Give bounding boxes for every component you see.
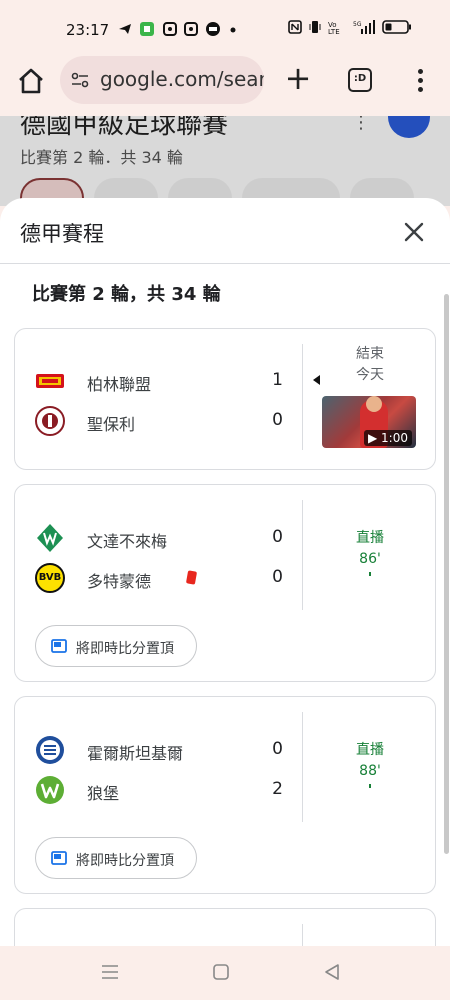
svg-text:LTE: LTE: [328, 28, 340, 34]
divider: [302, 712, 303, 822]
match-status: 結束 今天: [315, 344, 425, 386]
match-card[interactable]: [14, 908, 436, 946]
match-status: 直播 88': [315, 740, 425, 788]
scrollbar[interactable]: [444, 294, 449, 854]
match-status: 直播 86': [315, 528, 425, 576]
team-name: 多特蒙德: [87, 572, 152, 591]
volte-icon: VoLTE: [328, 21, 340, 34]
highlight-video-thumbnail[interactable]: ▶ 1:00: [322, 396, 416, 448]
away-team-row: 狼堡 2: [35, 773, 295, 807]
notification-icon: [184, 22, 198, 36]
back-nav-icon[interactable]: [320, 960, 344, 984]
play-icon: ▶: [368, 431, 382, 445]
match-card[interactable]: 霍爾斯坦基爾 0 狼堡 2 直播 88' 將即時比分置頂: [14, 696, 436, 894]
sheet-header: 德甲賽程: [0, 198, 450, 264]
team-name: 霍爾斯坦基爾: [87, 744, 184, 763]
url-text: google.com/search: [100, 67, 264, 91]
video-duration: ▶ 1:00: [364, 430, 412, 446]
status-line: 今天: [356, 367, 384, 383]
team-score: 0: [272, 739, 283, 759]
app-icon: [140, 22, 154, 36]
vibrate-icon: [309, 21, 321, 33]
home-team-row: 文達不來梅 0: [35, 521, 295, 555]
picture-in-picture-icon: [51, 639, 67, 653]
tab-switcher-button[interactable]: :D: [348, 68, 372, 92]
team-score: 1: [272, 370, 283, 390]
scrim-overlay[interactable]: [0, 116, 450, 206]
status-bar: 23:17 Vo LTE 5G: [0, 0, 450, 56]
more-notifications-icon: [230, 27, 236, 33]
more-menu-icon[interactable]: [412, 66, 428, 94]
dortmund-logo: BVB: [35, 563, 65, 593]
close-icon[interactable]: [402, 220, 426, 244]
pin-live-score-button[interactable]: 將即時比分置頂: [35, 625, 197, 667]
picture-in-picture-icon: [51, 851, 67, 865]
team-score: 0: [272, 567, 283, 587]
divider: [302, 344, 303, 450]
status-right: Vo LTE 5G: [288, 20, 412, 34]
home-team-row: 柏林聯盟 1: [35, 364, 320, 398]
status-line: 88': [359, 763, 381, 779]
sheet-title: 德甲賽程: [20, 222, 104, 246]
werder-bremen-logo: [37, 524, 63, 552]
match-card[interactable]: 文達不來梅 0 BVB 多特蒙德 0 直播 86' 將即時比分置頂: [14, 484, 436, 682]
nfc-icon: [288, 20, 302, 34]
site-settings-icon[interactable]: [70, 70, 90, 90]
pin-live-score-button[interactable]: 將即時比分置頂: [35, 837, 197, 879]
status-time: 23:17: [66, 21, 110, 39]
thumbnail-image: [366, 396, 382, 412]
home-icon[interactable]: [16, 66, 46, 96]
svg-text:BVB: BVB: [39, 572, 62, 583]
home-nav-icon[interactable]: [209, 960, 233, 984]
system-nav-bar: [0, 946, 450, 1000]
pin-button-label: 將即時比分置頂: [76, 853, 174, 869]
team-score: 2: [272, 779, 283, 799]
notification-icon: [163, 22, 177, 36]
divider: [302, 500, 303, 610]
pin-button-label: 將即時比分置頂: [76, 641, 174, 657]
status-line: 直播: [356, 530, 384, 546]
live-indicator: [369, 572, 371, 576]
home-team-row: 霍爾斯坦基爾 0: [35, 733, 295, 767]
match-card[interactable]: 柏林聯盟 1 聖保利 0 結束 今天 ▶ 1:00: [14, 328, 436, 470]
battery-icon: [382, 20, 411, 34]
recent-apps-icon[interactable]: [98, 960, 122, 984]
team-name: 聖保利: [87, 415, 136, 434]
team-name: 狼堡: [87, 784, 120, 803]
status-line: 直播: [356, 742, 384, 758]
url-bar[interactable]: google.com/search: [60, 56, 264, 104]
new-tab-button[interactable]: +: [284, 62, 312, 95]
signal-icon: 5G: [353, 20, 375, 34]
round-label: 比賽第 2 輪，共 34 輪: [32, 284, 221, 305]
status-line: 結束: [356, 346, 384, 362]
holstein-kiel-logo: [36, 736, 64, 764]
divider: [302, 924, 303, 946]
video-duration-text: 1:00: [381, 431, 408, 445]
telegram-icon: [119, 24, 131, 34]
status-line: 86': [359, 551, 381, 567]
team-name: 柏林聯盟: [87, 375, 152, 394]
line-icon: [206, 22, 220, 36]
team-score: 0: [272, 410, 283, 430]
away-team-row: BVB 多特蒙德 0: [35, 561, 295, 595]
live-indicator: [369, 784, 371, 788]
browser-toolbar: google.com/search + :D: [0, 56, 450, 116]
team-score: 0: [272, 527, 283, 547]
svg-text:5G: 5G: [353, 21, 362, 28]
union-berlin-logo: [36, 374, 64, 388]
schedule-sheet: 德甲賽程 比賽第 2 輪，共 34 輪 柏林聯盟 1 聖保利 0 結束 今天 ▶…: [0, 198, 450, 946]
away-team-row: 聖保利 0: [35, 404, 295, 438]
team-name: 文達不來梅: [87, 532, 168, 551]
wolfsburg-logo: [36, 776, 64, 804]
st-pauli-logo: [35, 406, 65, 436]
red-card-icon: [185, 570, 198, 585]
